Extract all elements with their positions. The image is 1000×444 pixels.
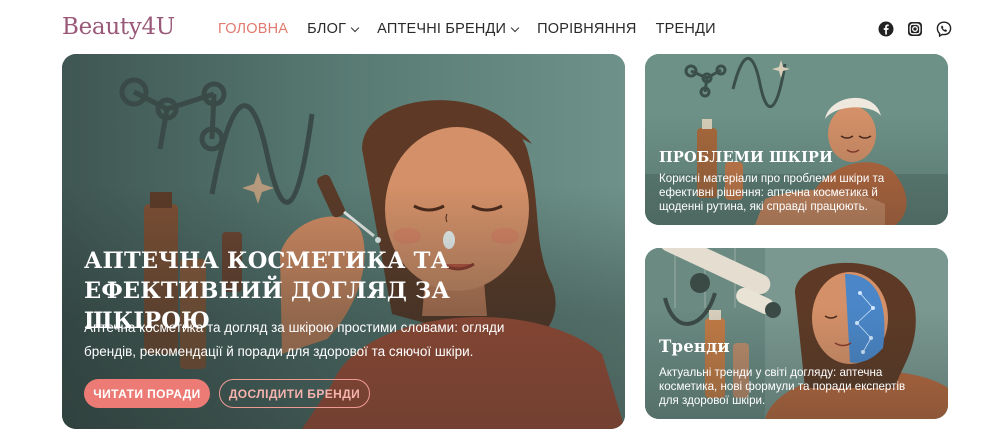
- hero-banner: Аптечна косметика та ефективний догляд з…: [62, 54, 625, 429]
- facebook-icon[interactable]: [878, 21, 894, 37]
- nav-item-label: ПОРІВНЯННЯ: [537, 21, 637, 37]
- nav-item-comparison[interactable]: ПОРІВНЯННЯ: [537, 21, 636, 37]
- card-description: Актуальні тренди у світі догляду: аптечн…: [659, 366, 906, 407]
- hero-overlay: [62, 54, 625, 429]
- nav-item-blog[interactable]: БЛОГ: [307, 21, 360, 37]
- social-links: [865, 21, 952, 37]
- chevron-down-icon: [350, 23, 360, 32]
- nav-item-pharmacy-brands[interactable]: АПТЕЧНІ БРЕНДИ: [377, 21, 520, 37]
- card-description: Корисні матеріали про проблеми шкіри та …: [659, 172, 885, 213]
- card-title: Тренди: [659, 337, 730, 356]
- explore-brands-button[interactable]: ДОСЛІДИТИ БРЕНДИ: [219, 379, 370, 408]
- card-title: Проблеми шкіри: [659, 149, 834, 166]
- nav-item-label: ТРЕНДИ: [655, 21, 716, 37]
- nav-item-label: ГОЛОВНА: [218, 21, 289, 37]
- viber-icon[interactable]: [936, 21, 952, 37]
- instagram-icon[interactable]: [907, 21, 923, 37]
- category-card-trends[interactable]: Тренди Актуальні тренди у світі догляду:…: [645, 248, 948, 419]
- nav-item-home[interactable]: ГОЛОВНА: [218, 21, 288, 37]
- main-nav: ГОЛОВНА БЛОГ АПТЕЧНІ БРЕНДИ ПОРІВНЯННЯ Т…: [218, 21, 735, 37]
- chevron-down-icon: [510, 23, 520, 32]
- read-tips-button[interactable]: ЧИТАТИ ПОРАДИ: [84, 379, 210, 408]
- site-header: Beauty4U ГОЛОВНА БЛОГ АПТЕЧНІ БРЕНДИ ПОР…: [0, 0, 1000, 58]
- nav-item-trends[interactable]: ТРЕНДИ: [656, 21, 716, 37]
- category-card-skin-problems[interactable]: Проблеми шкіри Корисні матеріали про про…: [645, 54, 948, 225]
- nav-item-label: АПТЕЧНІ БРЕНДИ: [377, 21, 507, 37]
- site-logo[interactable]: Beauty4U: [62, 14, 175, 40]
- hero-description: Аптечна косметика та догляд за шкірою пр…: [84, 320, 505, 359]
- nav-item-label: БЛОГ: [307, 21, 347, 37]
